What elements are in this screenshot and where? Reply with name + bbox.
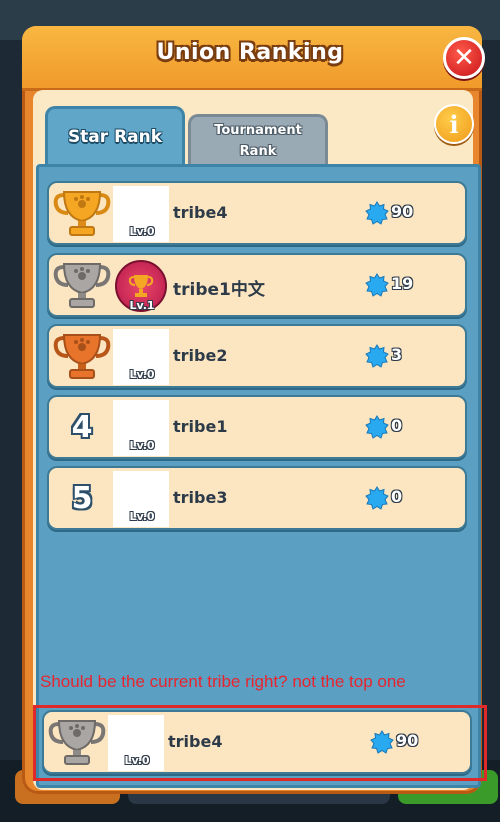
close-button[interactable]: ✕ [443, 37, 485, 79]
star-count: 90 [391, 202, 414, 221]
level-badge: Lv.0 [129, 439, 155, 452]
tab-star-rank[interactable]: Star Rank [45, 106, 185, 166]
info-icon: i [449, 109, 459, 139]
level-badge: Lv.0 [129, 225, 155, 238]
rank-cell: 4 [49, 397, 115, 457]
ranking-row[interactable]: Lv.1 tribe1中文 19 [47, 253, 467, 317]
rank-number: 5 [71, 480, 93, 516]
star-badge-icon [365, 415, 389, 439]
trophy-emblem-icon [128, 275, 154, 297]
ranking-row[interactable]: Lv.0 tribe2 3 [47, 324, 467, 388]
ranking-row[interactable]: Lv.0 tribe4 90 [47, 181, 467, 245]
star-badge-icon [365, 201, 389, 225]
tab-tournament-label-line1: Tournament [214, 123, 302, 138]
gold-trophy-icon [49, 183, 115, 243]
info-button[interactable]: i [434, 104, 474, 144]
annotation-text: Should be the current tribe right? not t… [40, 672, 406, 691]
ranking-row[interactable]: 4 Lv.0 tribe1 0 [47, 395, 467, 459]
star-count: 0 [391, 487, 403, 506]
silver-trophy-icon [49, 255, 115, 315]
star-badge-icon [365, 273, 389, 297]
star-badge-icon [365, 344, 389, 368]
star-count: 19 [391, 274, 414, 293]
tribe-name: tribe1中文 [173, 280, 265, 300]
tab-tournament-rank[interactable]: Tournament Rank [188, 114, 328, 166]
level-badge: Lv.0 [129, 368, 155, 381]
bronze-trophy-icon [49, 326, 115, 386]
star-count: 0 [391, 416, 403, 435]
modal-title: Union Ranking [156, 40, 344, 65]
level-badge: Lv.1 [129, 299, 155, 312]
level-badge: Lv.0 [129, 510, 155, 523]
rank-number: 4 [71, 409, 93, 445]
rank-cell: 5 [49, 468, 115, 528]
annotation-highlight-box [33, 705, 487, 781]
star-badge-icon [365, 486, 389, 510]
star-count: 3 [391, 345, 403, 364]
tribe-name: tribe4 [173, 203, 228, 222]
tribe-name: tribe1 [173, 417, 228, 436]
tab-tournament-label-line2: Rank [239, 144, 277, 159]
tribe-name: tribe3 [173, 488, 228, 507]
close-icon: ✕ [453, 43, 475, 73]
tribe-name: tribe2 [173, 346, 228, 365]
ranking-row[interactable]: 5 Lv.0 tribe3 0 [47, 466, 467, 530]
